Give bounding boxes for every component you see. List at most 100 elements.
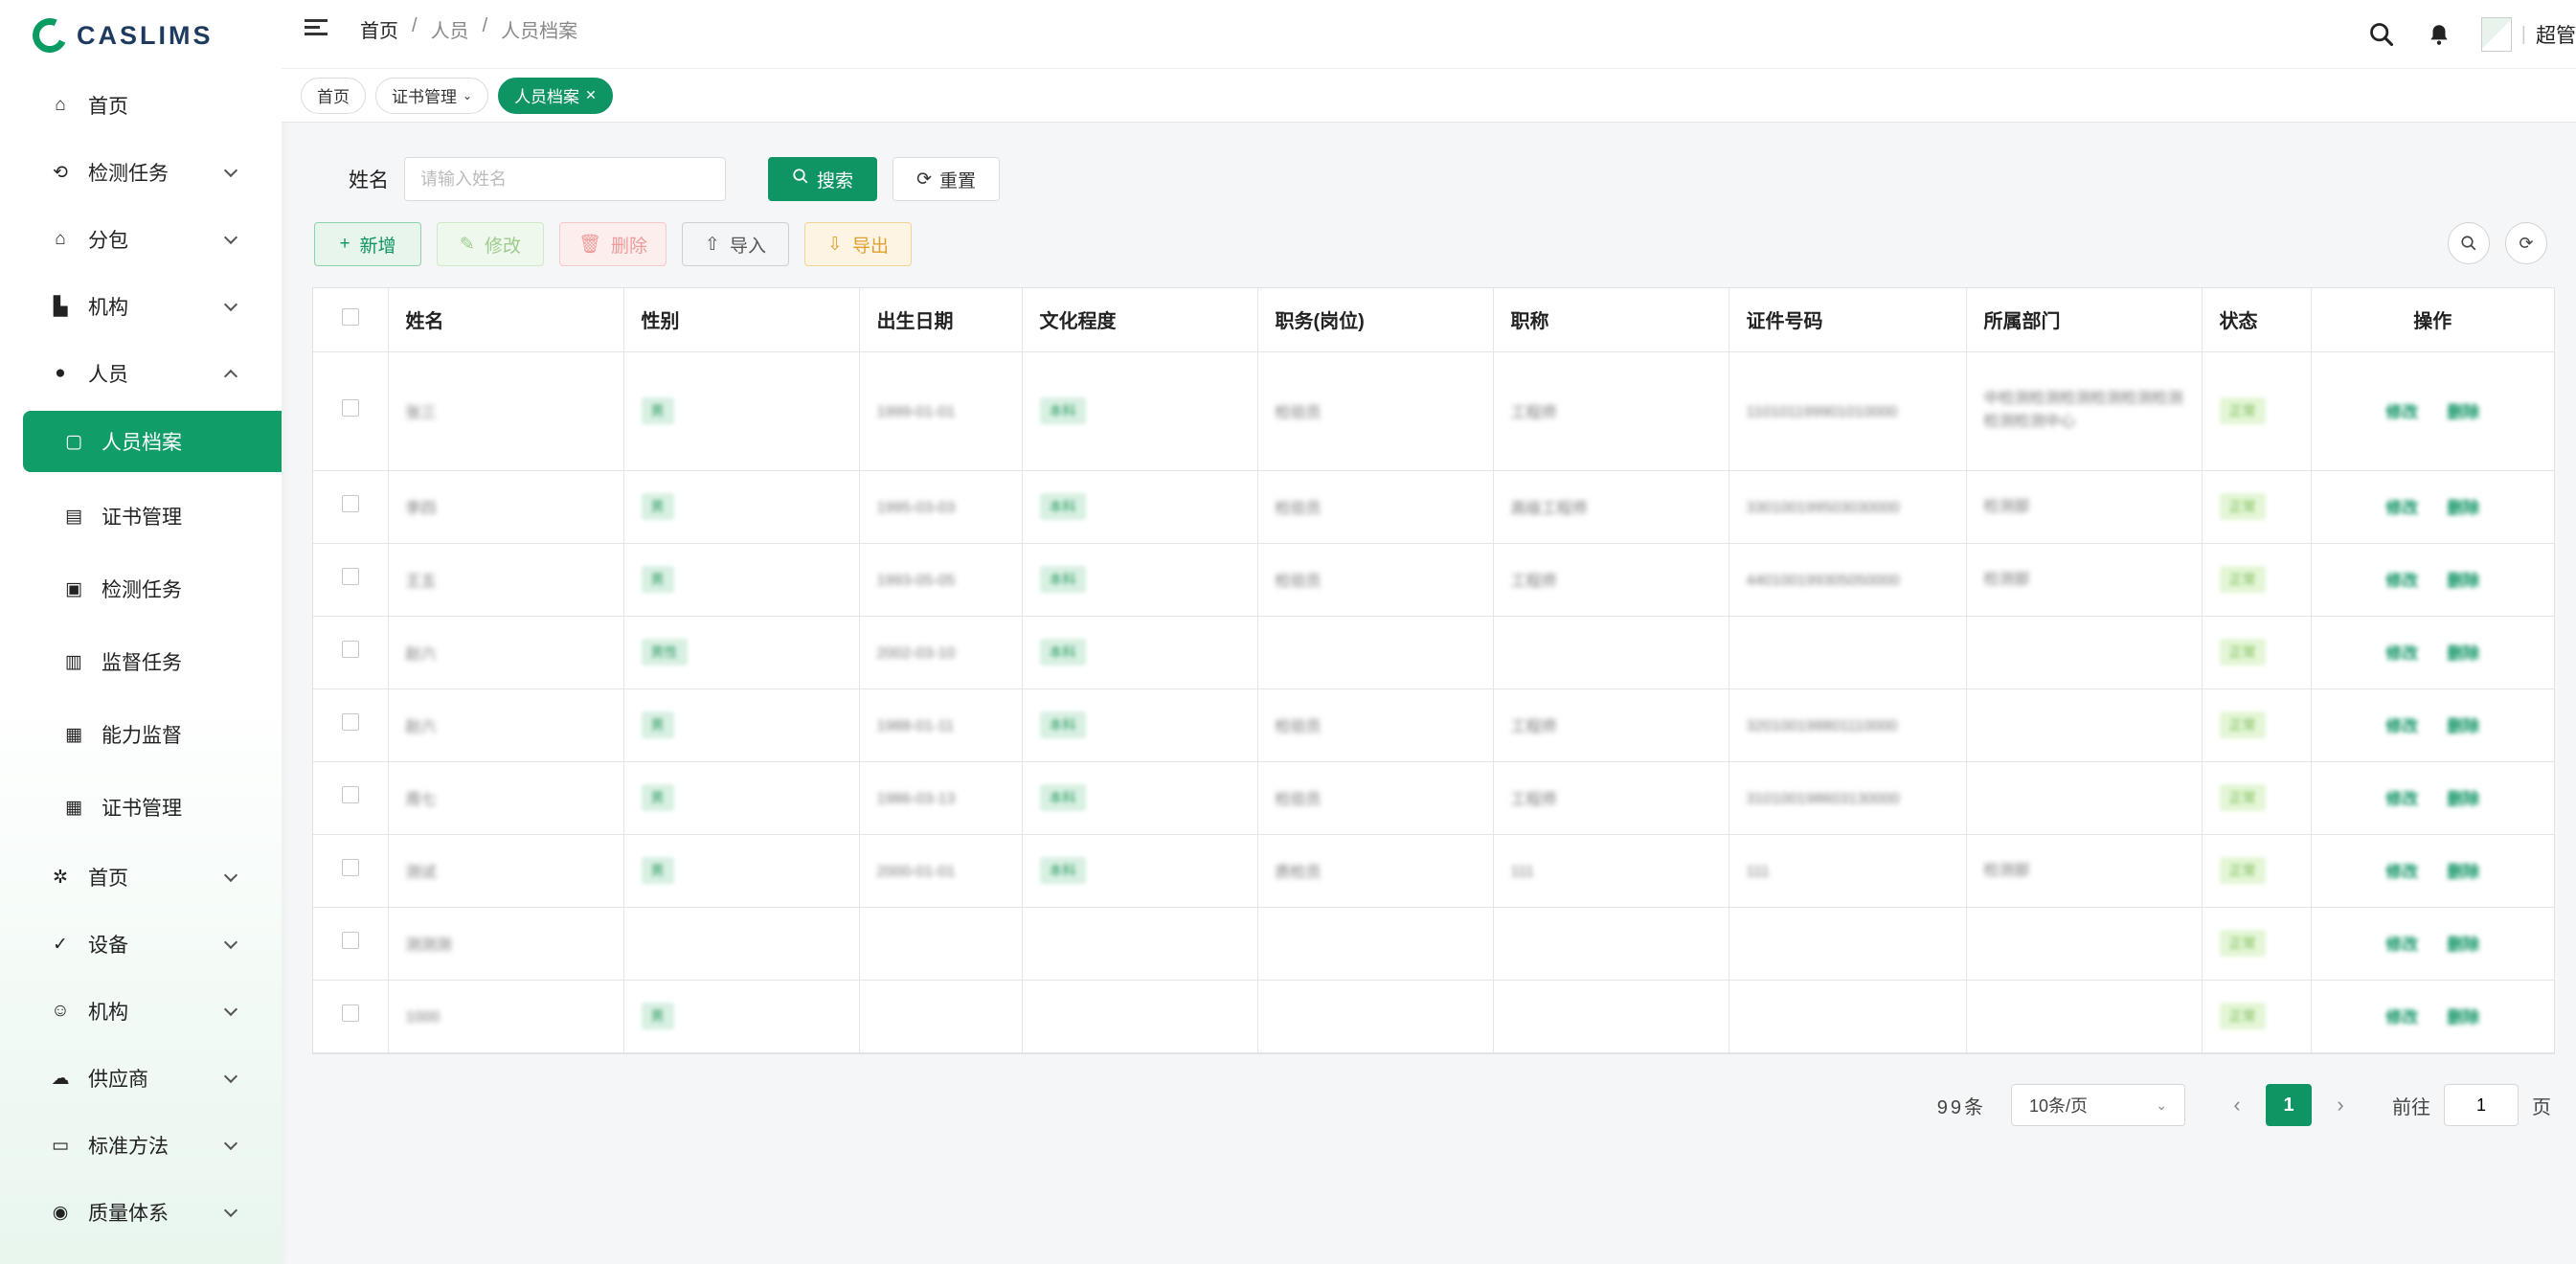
birth-cell: 1999-01-01 — [859, 351, 1023, 471]
sidebar-item[interactable]: ▣ 检测任务 — [0, 553, 282, 625]
column-header[interactable]: 性别 — [623, 288, 860, 352]
delete-row-button[interactable]: 删除 — [2447, 640, 2479, 664]
column-header[interactable]: 所属部门 — [1966, 288, 2203, 352]
column-header[interactable]: 姓名 — [388, 288, 624, 352]
edit-row-button[interactable]: 修改 — [2385, 640, 2418, 664]
delete-row-button[interactable]: 删除 — [2447, 931, 2479, 955]
page-number-current[interactable]: 1 — [2266, 1084, 2312, 1126]
tag-home[interactable]: 首页 — [301, 77, 366, 114]
breadcrumb-item-personnel[interactable]: 人员 — [431, 15, 469, 43]
row-checkbox[interactable] — [341, 932, 359, 949]
refresh-table-button[interactable]: ⟳ — [2505, 222, 2547, 264]
delete-row-button[interactable]: 删除 — [2447, 712, 2479, 736]
column-header[interactable]: 状态 — [2202, 288, 2312, 352]
edit-row-button[interactable]: 修改 — [2385, 494, 2418, 518]
edit-row-button[interactable]: 修改 — [2385, 785, 2418, 809]
edit-row-button[interactable]: 修改 — [2385, 567, 2418, 591]
tag-certificate[interactable]: 证书管理 ⌄ — [375, 77, 489, 114]
avatar[interactable] — [2480, 17, 2512, 52]
sidebar-item[interactable]: ⌂ 分包 — [0, 206, 282, 273]
delete-button[interactable]: 🗑 删除 — [559, 222, 667, 266]
menu-toggle-icon[interactable] — [305, 19, 328, 36]
name-value: 王五 — [405, 573, 437, 590]
row-checkbox[interactable] — [341, 568, 359, 585]
goto-page-input[interactable] — [2444, 1084, 2519, 1126]
sidebar-item[interactable]: ◉ 质量体系 — [0, 1179, 282, 1246]
row-checkbox[interactable] — [341, 1004, 359, 1022]
import-button[interactable]: ⇧ 导入 — [682, 222, 789, 266]
sidebar-item[interactable]: ⟲ 检测任务 — [0, 139, 282, 206]
delete-row-button[interactable]: 删除 — [2447, 1004, 2479, 1027]
sidebar-item[interactable]: ▤ 证书管理 — [0, 480, 282, 553]
sidebar-item[interactable]: ✓ 设备 — [0, 911, 282, 978]
department-cell: 中检测检测检测检测检测检测检测检测中心 — [1966, 351, 2203, 471]
table-row[interactable]: 张三 男 1999-01-01 本科 检验员 工程师 110101199901010000 中… — [313, 351, 2554, 471]
table-row[interactable]: 测测测 正常 修改 删除 — [313, 907, 2554, 981]
delete-row-button[interactable]: 删除 — [2447, 398, 2479, 422]
toggle-search-button[interactable] — [2448, 222, 2490, 264]
sidebar-item[interactable]: ▢ 人员档案 — [23, 411, 282, 472]
delete-row-button[interactable]: 删除 — [2447, 785, 2479, 809]
logo[interactable]: CASLIMS — [27, 11, 214, 59]
edit-button[interactable]: ✎ 修改 — [437, 222, 544, 266]
page-size-select[interactable]: 10条/页 ⌄ — [2011, 1084, 2185, 1126]
table-row[interactable]: 赵六 男 1988-01-11 本科 检验员 工程师 320100198801110000 正… — [313, 688, 2554, 762]
sidebar-item[interactable]: ☺ 机构 — [0, 978, 282, 1045]
edit-row-button[interactable]: 修改 — [2385, 398, 2418, 422]
row-checkbox[interactable] — [341, 495, 359, 512]
column-header[interactable]: 文化程度 — [1022, 288, 1258, 352]
row-checkbox[interactable] — [341, 641, 359, 658]
row-checkbox[interactable] — [341, 859, 359, 876]
delete-row-button[interactable]: 删除 — [2447, 858, 2479, 882]
column-header[interactable]: 出生日期 — [859, 288, 1023, 352]
sidebar-item[interactable]: ▭ 标准方法 — [0, 1112, 282, 1179]
close-icon[interactable]: ✕ — [585, 87, 597, 103]
row-checkbox[interactable] — [341, 399, 359, 417]
table-row[interactable]: 测试 男 2000-01-01 本科 质检员 111 111 检测部 正常 修改 删除 — [313, 834, 2554, 908]
sidebar-item[interactable]: ▦ 证书管理 — [0, 771, 282, 844]
column-header[interactable]: 职称 — [1493, 288, 1729, 352]
post-cell — [1257, 980, 1494, 1053]
delete-row-button[interactable]: 删除 — [2447, 567, 2479, 591]
sidebar-item[interactable]: ☁ 供应商 — [0, 1045, 282, 1112]
row-checkbox[interactable] — [341, 713, 359, 731]
sidebar-item[interactable]: ▦ 能力监督 — [0, 698, 282, 771]
column-header[interactable]: 职务(岗位) — [1257, 288, 1494, 352]
table-row[interactable]: 1000 男 正常 修改 删除 — [313, 980, 2554, 1053]
table-row[interactable]: 周七 男 1986-03-13 本科 检验员 工程师 310100198603130000 正… — [313, 761, 2554, 835]
name-search-input[interactable] — [404, 157, 726, 201]
task-icon: ⟲ — [53, 162, 68, 183]
reset-button[interactable]: ⟳ 重置 — [893, 157, 1000, 201]
bell-icon[interactable] — [2424, 19, 2454, 50]
delete-row-button[interactable]: 删除 — [2447, 494, 2479, 518]
prev-page-icon[interactable]: ‹ — [2218, 1093, 2256, 1117]
select-all-checkbox[interactable] — [341, 307, 359, 326]
name-value: 张三 — [405, 404, 437, 421]
user-name[interactable]: 超管 — [2536, 20, 2576, 49]
next-page-icon[interactable]: › — [2321, 1093, 2360, 1117]
add-button[interactable]: + 新增 — [314, 222, 421, 266]
edit-row-button[interactable]: 修改 — [2385, 712, 2418, 736]
breadcrumb-item-home[interactable]: 首页 — [360, 15, 398, 43]
sidebar-item[interactable]: ⌂ 首页 — [0, 72, 282, 139]
gender-badge: 男 — [641, 1003, 674, 1029]
search-icon[interactable] — [2366, 19, 2397, 50]
table-row[interactable]: 赵六 男性 2002-03-10 本科 正常 修改 删除 — [313, 616, 2554, 689]
sidebar-item[interactable]: ✲ 首页 — [0, 844, 282, 911]
sidebar-item-label: 检测任务 — [88, 163, 169, 185]
column-header[interactable]: 证件号码 — [1729, 288, 1967, 352]
row-checkbox[interactable] — [341, 786, 359, 803]
sidebar-item[interactable]: ▙ 机构 — [0, 273, 282, 340]
export-button[interactable]: ⇩ 导出 — [804, 222, 912, 266]
chevron-down-icon — [223, 1002, 238, 1017]
search-button[interactable]: 搜索 — [768, 157, 877, 201]
sidebar-item[interactable]: ▥ 监督任务 — [0, 625, 282, 698]
edit-row-button[interactable]: 修改 — [2385, 858, 2418, 882]
table-row[interactable]: 王五 男 1993-05-05 本科 检验员 工程师 440100199305050000 检… — [313, 543, 2554, 617]
sidebar-item[interactable]: ● 人员 — [0, 340, 282, 407]
table-row[interactable]: 李四 男 1995-03-03 本科 检验员 高级工程师 33010019950303000… — [313, 470, 2554, 544]
tag-person-file[interactable]: 人员档案 ✕ — [498, 77, 613, 114]
post-cell: 检验员 — [1257, 470, 1494, 544]
edit-row-button[interactable]: 修改 — [2385, 931, 2418, 955]
edit-row-button[interactable]: 修改 — [2385, 1004, 2418, 1027]
